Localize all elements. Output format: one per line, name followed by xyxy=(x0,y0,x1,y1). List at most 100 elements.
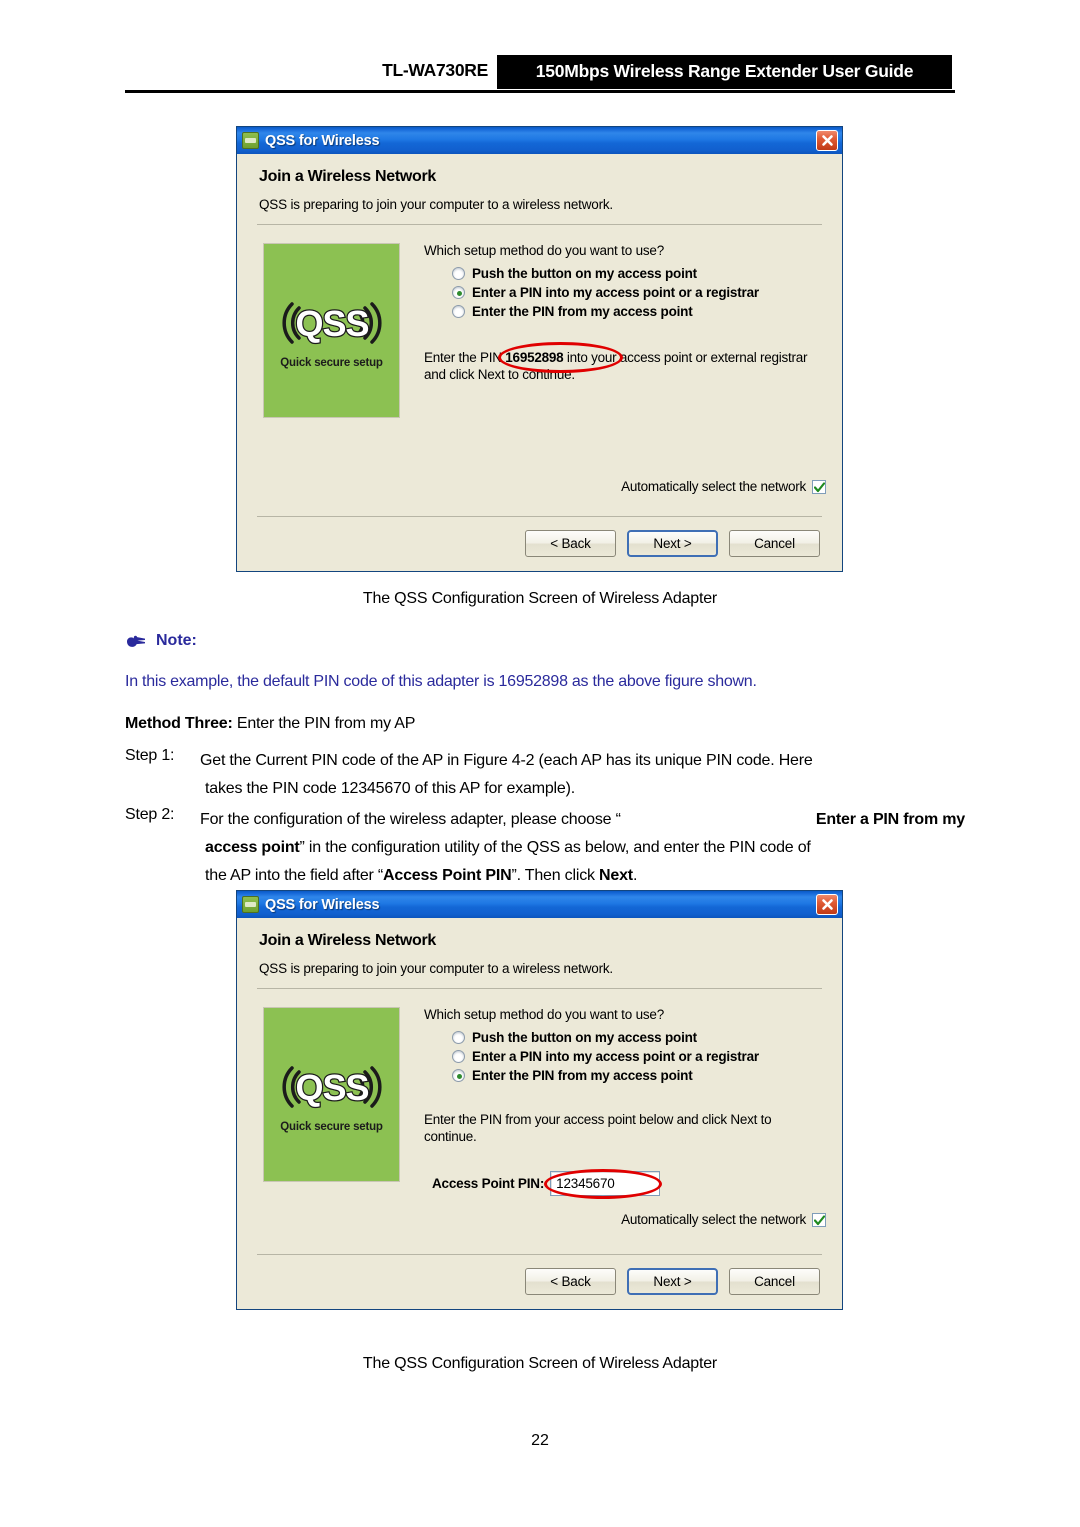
check-icon xyxy=(814,481,825,492)
setup-method-radio-group: Push the button on my access point Enter… xyxy=(424,266,826,319)
dialog-options-area: Which setup method do you want to use? P… xyxy=(400,1007,842,1227)
page-number: 22 xyxy=(531,1432,549,1449)
dialog-heading: Join a Wireless Network xyxy=(259,932,437,949)
step-2-line-1a: For the configuration of the wireless ad… xyxy=(200,811,621,828)
setup-method-prompt: Which setup method do you want to use? xyxy=(424,1007,665,1022)
radio-indicator-icon xyxy=(452,286,465,299)
qss-dialog-top: QSS for Wireless Join a Wireless Network… xyxy=(236,126,843,572)
svg-text:QSS: QSS xyxy=(295,303,368,344)
radio-push-button[interactable]: Push the button on my access point xyxy=(452,1030,826,1045)
dialog-main: QSS Quick secure setup Which setup metho… xyxy=(237,989,842,1227)
svg-text:QSS: QSS xyxy=(295,1067,368,1108)
note-label: Note: xyxy=(156,632,197,649)
step-2-line-1b: Enter a PIN from my xyxy=(815,811,965,828)
pointing-hand-icon xyxy=(127,635,145,647)
radio-enter-pin-from-ap[interactable]: Enter the PIN from my access point xyxy=(452,1068,826,1083)
method-three-label: Method Three: xyxy=(125,715,233,732)
step-2-line-3e: . xyxy=(632,867,638,884)
radio-indicator-icon xyxy=(452,1069,465,1082)
titlebar-label: QSS for Wireless xyxy=(265,132,380,149)
dialog-body: Join a Wireless Network QSS is preparing… xyxy=(237,918,842,1309)
qss-graphic-panel: QSS Quick secure setup xyxy=(263,1007,400,1182)
step-2-line-3a: the AP into the field after “ xyxy=(205,867,384,884)
back-button[interactable]: < Back xyxy=(525,1268,616,1295)
step-2-line-2a: access point xyxy=(205,839,300,856)
cancel-button[interactable]: Cancel xyxy=(729,1268,820,1295)
radio-label: Enter the PIN from my access point xyxy=(472,1068,693,1083)
radio-label: Enter a PIN into my access point or a re… xyxy=(472,1049,759,1064)
radio-enter-pin-into-ap[interactable]: Enter a PIN into my access point or a re… xyxy=(452,1049,826,1064)
close-icon[interactable] xyxy=(816,894,838,915)
step-2-text: For the configuration of the wireless ad… xyxy=(200,806,965,890)
note-heading: Note: xyxy=(125,632,197,650)
radio-label: Push the button on my access point xyxy=(472,266,697,281)
qss-app-icon xyxy=(242,896,259,913)
dialog-subtitle: QSS is preparing to join your computer t… xyxy=(259,961,613,976)
access-point-pin-row: Access Point PIN: 12345670 xyxy=(424,1169,826,1199)
qss-graphic-panel: QSS Quick secure setup xyxy=(263,243,400,418)
dialog-buttons: < Back Next > Cancel xyxy=(237,517,842,571)
titlebar: QSS for Wireless xyxy=(237,127,842,154)
setup-method-radio-group: Push the button on my access point Enter… xyxy=(424,1030,826,1083)
auto-select-row: Automatically select the network xyxy=(424,479,826,494)
titlebar-label: QSS for Wireless xyxy=(265,896,380,913)
qss-tagline: Quick secure setup xyxy=(280,1121,383,1133)
back-button[interactable]: < Back xyxy=(525,530,616,557)
radio-enter-pin-into-ap[interactable]: Enter a PIN into my access point or a re… xyxy=(452,285,826,300)
auto-select-row: Automatically select the network xyxy=(424,1212,826,1227)
step-2-label: Step 2: xyxy=(125,806,175,823)
dialog-buttons: < Back Next > Cancel xyxy=(237,1255,842,1309)
radio-label: Enter a PIN into my access point or a re… xyxy=(472,285,759,300)
titlebar: QSS for Wireless xyxy=(237,891,842,918)
radio-enter-pin-from-ap[interactable]: Enter the PIN from my access point xyxy=(452,304,826,319)
access-point-pin-label: Access Point PIN: xyxy=(432,1176,545,1191)
auto-select-label: Automatically select the network xyxy=(621,479,806,494)
figure-caption-bottom: The QSS Configuration Screen of Wireless… xyxy=(362,1355,718,1372)
radio-label: Push the button on my access point xyxy=(472,1030,697,1045)
qss-logo-icon: QSS xyxy=(281,302,382,345)
header-model-name: TL-WA730RE xyxy=(382,60,488,80)
radio-label: Enter the PIN from my access point xyxy=(472,304,693,319)
qss-app-icon xyxy=(242,132,259,149)
pin-instruction-prefix: Enter the PIN xyxy=(424,350,506,365)
auto-select-checkbox[interactable] xyxy=(812,479,826,494)
ap-pin-instruction: Enter the PIN from your access point bel… xyxy=(424,1112,772,1144)
radio-indicator-icon xyxy=(452,1050,465,1063)
dialog-body: Join a Wireless Network QSS is preparing… xyxy=(237,154,842,571)
dialog-options-area: Which setup method do you want to use? P… xyxy=(400,243,842,494)
qss-dialog-bottom: QSS for Wireless Join a Wireless Network… xyxy=(236,890,843,1310)
dialog-subtitle: QSS is preparing to join your computer t… xyxy=(259,197,613,212)
pin-instruction-suffix: into your access point or external regis… xyxy=(563,350,808,365)
radio-push-button[interactable]: Push the button on my access point xyxy=(452,266,826,281)
auto-select-checkbox[interactable] xyxy=(812,1212,826,1227)
next-button[interactable]: Next > xyxy=(627,1268,718,1295)
figure-caption-top: The QSS Configuration Screen of Wireless… xyxy=(362,590,718,607)
check-icon xyxy=(814,1214,825,1225)
step-1-line-2: takes the PIN code 12345670 of this AP f… xyxy=(205,780,575,797)
header-rule xyxy=(125,90,955,93)
auto-select-label: Automatically select the network xyxy=(621,1212,806,1227)
qss-tagline: Quick secure setup xyxy=(280,357,383,369)
step-2-line-3c: ”. Then click xyxy=(511,867,600,884)
access-point-pin-input[interactable]: 12345670 xyxy=(550,1171,661,1196)
header-title: 150Mbps Wireless Range Extender User Gui… xyxy=(535,61,914,81)
method-three-paragraph: Method Three: Enter the PIN from my AP xyxy=(125,710,965,738)
radio-indicator-icon xyxy=(452,267,465,280)
device-pin-value: 16952898 xyxy=(505,350,564,365)
step-1-line-1: Get the Current PIN code of the AP in Fi… xyxy=(200,752,813,769)
dialog-main: QSS Quick secure setup Which setup metho… xyxy=(237,225,842,494)
note-text: In this example, the default PIN code of… xyxy=(125,673,757,690)
cancel-button[interactable]: Cancel xyxy=(729,530,820,557)
qss-logo-icon: QSS xyxy=(281,1066,382,1109)
header-title-banner: 150Mbps Wireless Range Extender User Gui… xyxy=(497,55,952,89)
step-1-text: Get the Current PIN code of the AP in Fi… xyxy=(200,747,965,803)
dialog-heading: Join a Wireless Network xyxy=(259,168,437,185)
pin-instruction: Enter the PIN 16952898 into your access … xyxy=(424,342,826,383)
step-1-label: Step 1: xyxy=(125,747,175,764)
radio-indicator-icon xyxy=(452,305,465,318)
close-icon[interactable] xyxy=(816,130,838,151)
page-header: TL-WA730RE 150Mbps Wireless Range Extend… xyxy=(0,0,1080,100)
step-2-line-2b: ” in the configuration utility of the QS… xyxy=(299,839,811,856)
setup-method-prompt: Which setup method do you want to use? xyxy=(424,243,665,258)
next-button[interactable]: Next > xyxy=(627,530,718,557)
